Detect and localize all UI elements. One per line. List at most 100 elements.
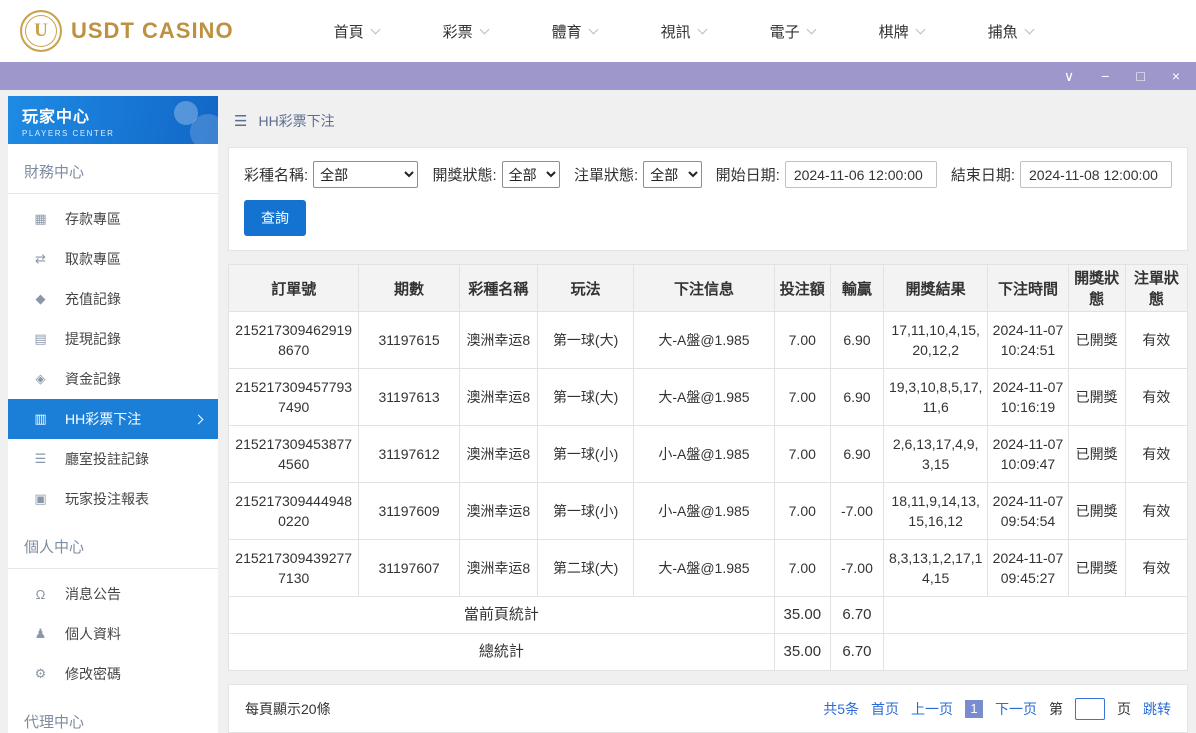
bell-icon: Ω: [35, 586, 46, 602]
column-header: 輸贏: [829, 264, 885, 312]
nav-item[interactable]: 電子: [770, 21, 817, 42]
sidebar-item[interactable]: ▣ 玩家投注報表: [8, 479, 218, 519]
recharge-record-icon: ◆: [35, 291, 46, 306]
deposit-icon: ▦: [34, 211, 47, 226]
page-size-text: 每頁顯示20條: [245, 700, 331, 717]
sidebar-item[interactable]: ⇄ 取款專區: [8, 239, 218, 279]
table-header-row: 訂單號 期數 彩種名稱 玩法 下注信息 投注額 輸贏 開獎結果 下注時間 開獎狀態 注單狀態: [227, 264, 1189, 312]
jump-page-input[interactable]: [1075, 697, 1105, 720]
sidebar-item[interactable]: ♟ 個人資料: [8, 614, 218, 654]
table-cell: 31197615: [358, 311, 460, 369]
table-cell: 6.90: [829, 311, 885, 369]
nav-item[interactable]: 棋牌: [879, 21, 926, 42]
collapse-button[interactable]: ∨: [1064, 69, 1074, 83]
bet-status-select[interactable]: 全部: [643, 161, 702, 188]
next-page-link[interactable]: 下一页: [995, 699, 1037, 719]
table-cell: -7.00: [829, 539, 885, 597]
chevron-right-icon: [193, 414, 204, 424]
lottery-name-select[interactable]: 全部: [313, 161, 419, 188]
table-row: 2152173094577937490 31197613 澳洲幸运8 第一球(大) 大-…: [227, 368, 1189, 426]
sidebar-item[interactable]: ▦ 存款專區: [8, 199, 218, 239]
search-button[interactable]: 查詢: [244, 200, 306, 236]
chevron-down-icon: [479, 24, 490, 34]
prev-page-link[interactable]: 上一页: [911, 699, 953, 719]
sidebar-item[interactable]: Ω 消息公告: [8, 574, 218, 614]
menu-toggle-icon[interactable]: ☰: [234, 112, 247, 130]
nav-item[interactable]: 視訊: [661, 21, 708, 42]
column-header: 彩種名稱: [458, 264, 538, 312]
table-row: 2152173094538774560 31197612 澳洲幸运8 第一球(小) 小-…: [227, 425, 1189, 483]
sidebar-item[interactable]: ☰ 廳室投註記錄: [8, 439, 218, 479]
lottery-name-label: 彩種名稱:: [244, 167, 309, 184]
table-cell: 小-A盤@1.985: [633, 425, 775, 483]
jump-prefix-label: 第: [1049, 700, 1063, 717]
chevron-down-icon: [915, 24, 926, 34]
table-cell: 2,6,13,17,4,9,3,15: [883, 425, 989, 483]
table-body: 2152173094629198670 31197615 澳洲幸运8 第一球(大) 大-…: [227, 311, 1189, 671]
sidebar-item[interactable]: ◆ 充值記錄: [8, 279, 218, 319]
summary-cell: 35.00: [773, 596, 831, 634]
summary-cell: 6.70: [829, 633, 885, 671]
table-cell: 17,11,10,4,15,20,12,2: [883, 311, 989, 369]
table-row: 2152173094449480220 31197609 澳洲幸运8 第一球(小) 小-…: [227, 482, 1189, 540]
logo-text: USDT CASINO: [71, 18, 234, 43]
minimize-button[interactable]: −: [1101, 69, 1109, 83]
column-header: 下注時間: [987, 264, 1069, 312]
summary-cell: 當前頁統計: [228, 596, 775, 634]
sidebar-item-label: 存款專區: [65, 211, 121, 227]
table-row: 2152173094392777130 31197607 澳洲幸运8 第二球(大) 大-…: [227, 539, 1189, 597]
filter-row: 彩種名稱: 全部 開獎狀態: 全部 注單狀態: 全部 開始日期: 結束日期:: [244, 161, 1172, 188]
gear-icon: ⚙: [34, 666, 47, 681]
sidebar-item[interactable]: ◈ 資金記錄: [8, 359, 218, 399]
nav-item-label: 捕魚: [987, 23, 1018, 41]
sidebar-item[interactable]: ⚙ 修改密碼: [8, 654, 218, 694]
chevron-down-icon: [806, 24, 817, 34]
logo-icon: U: [20, 10, 62, 52]
summary-cell: 6.70: [829, 596, 885, 634]
funds-record-icon: ◈: [35, 371, 46, 386]
sidebar-item[interactable]: ▤ 提現記錄: [8, 319, 218, 359]
table-cell: 31197609: [358, 482, 460, 540]
table-cell: 2152173094538774560: [227, 425, 360, 483]
summary-row: 當前頁統計 35.00 6.70: [228, 596, 1188, 634]
start-date-input[interactable]: [784, 161, 937, 188]
draw-status-select[interactable]: 全部: [501, 161, 561, 188]
table-cell: 大-A盤@1.985: [633, 311, 775, 369]
table-cell: 已開獎: [1067, 311, 1126, 369]
current-page[interactable]: 1: [965, 699, 983, 718]
end-date-input[interactable]: [1020, 161, 1172, 188]
main-nav: 首頁 彩票 體育 視訊 電子 棋牌 捕魚: [334, 21, 1035, 42]
sidebar-item-label: 取款專區: [65, 251, 121, 267]
column-header: 下注信息: [633, 264, 775, 312]
table-cell: 2152173094449480220: [227, 482, 360, 540]
nav-item[interactable]: 首頁: [334, 21, 381, 42]
summary-cell: 總統計: [228, 633, 775, 671]
nav-item[interactable]: 捕魚: [987, 21, 1035, 42]
table-cell: 第一球(大): [536, 311, 635, 369]
page-title: HH彩票下注: [258, 113, 335, 129]
table-cell: 第一球(小): [536, 425, 635, 483]
bets-table: 訂單號 期數 彩種名稱 玩法 下注信息 投注額 輸贏 開獎結果 下注時間 開獎狀態 注單狀態 215…: [227, 264, 1189, 671]
nav-item-label: 體育: [551, 23, 582, 41]
sidebar-item[interactable]: ▥ HH彩票下注: [8, 399, 218, 439]
jump-button[interactable]: 跳转: [1143, 699, 1171, 719]
table-cell: 大-A盤@1.985: [633, 368, 775, 426]
table-cell: 2024-11-07 10:24:51: [987, 311, 1069, 369]
table-cell: 有效: [1124, 482, 1189, 540]
first-page-link[interactable]: 首页: [871, 699, 899, 719]
maximize-button[interactable]: □: [1136, 69, 1144, 83]
table-cell: 2024-11-07 10:16:19: [987, 368, 1069, 426]
column-header: 期數: [358, 264, 460, 312]
chevron-down-icon: [697, 24, 708, 34]
table-cell: 2152173094629198670: [227, 311, 360, 369]
close-button[interactable]: ×: [1172, 69, 1180, 83]
nav-item[interactable]: 彩票: [443, 21, 490, 42]
withdraw-icon: ⇄: [35, 251, 46, 266]
column-header: 投注額: [773, 264, 831, 312]
sidebar-header: 玩家中心 PLAYERS CENTER: [8, 96, 218, 144]
sidebar-item-label: 資金記錄: [65, 371, 121, 387]
window-titlebar: ∨ − □ ×: [0, 62, 1196, 90]
column-header: 開獎結果: [883, 264, 989, 312]
nav-item[interactable]: 體育: [551, 21, 599, 42]
table-cell: 澳洲幸运8: [458, 311, 538, 369]
